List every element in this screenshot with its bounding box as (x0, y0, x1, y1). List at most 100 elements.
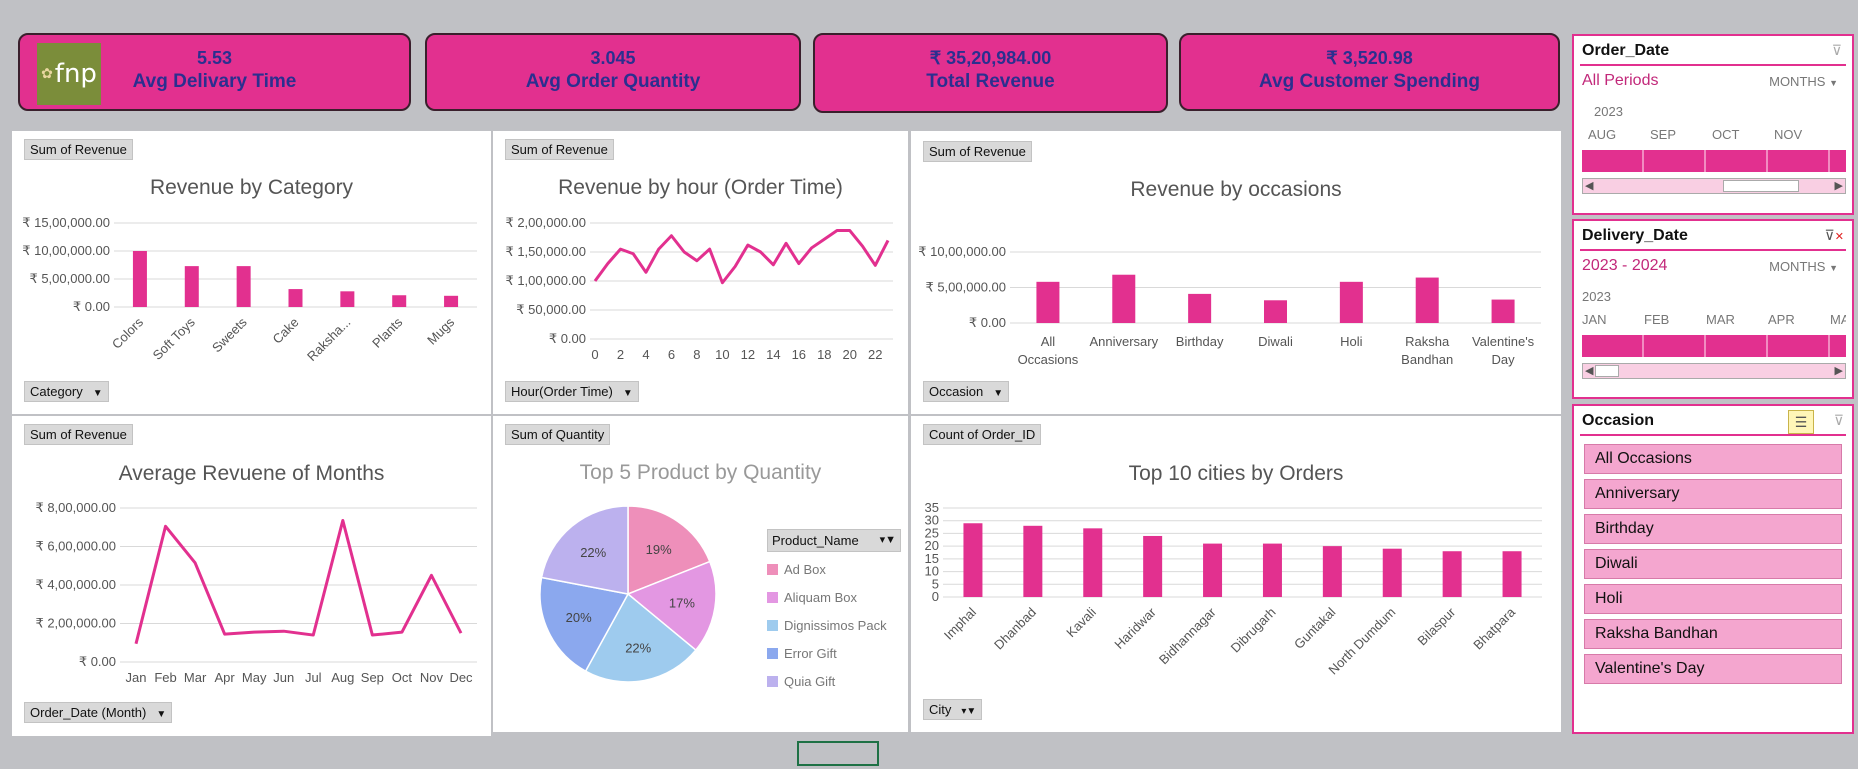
multi-select-icon[interactable]: ☰ (1788, 410, 1814, 434)
dropdown-arrow-icon: ▼ (1829, 263, 1838, 273)
dropdown-arrow-icon: ▼ (92, 388, 103, 399)
month-label: FEB (1644, 312, 1670, 327)
legend-item[interactable]: Ad Box (767, 555, 901, 583)
dropdown-arrow-icon: ▼ (993, 388, 1004, 399)
y-tick-label: ₹ 4,00,000.00 (35, 577, 116, 592)
slice-label: 17% (669, 596, 695, 611)
axis-button-category[interactable]: Category ▼ (24, 381, 109, 402)
axis-button-city[interactable]: City ▾▼ (923, 699, 983, 720)
revenue-by-occasions-panel: Sum of Revenue Revenue by occasions ₹ 0.… (911, 131, 1561, 414)
bar (236, 266, 251, 307)
x-tick-label: 14 (766, 347, 780, 362)
clear-filter-icon[interactable]: ⊽✕ (1825, 227, 1844, 244)
slicer-title: Order_Date (1582, 42, 1670, 59)
x-tick-label: Anniversary (1089, 334, 1158, 349)
x-tick-label: Mugs (424, 314, 457, 347)
filter-icon: ▾▼ (961, 706, 977, 717)
scroll-thumb[interactable] (1723, 180, 1799, 192)
clear-filter-icon[interactable]: ⊽ (1834, 412, 1844, 429)
time-level-dropdown[interactable]: MONTHS ▼ (1769, 74, 1838, 89)
legend-item[interactable]: Aliquam Box (767, 583, 901, 611)
bar (1083, 528, 1103, 597)
legend-swatch (767, 647, 778, 659)
x-tick-label: Guntakal (1291, 604, 1338, 651)
y-tick-label: ₹ 10,00,000.00 (918, 244, 1006, 259)
timeline-scrollbar[interactable]: ◀ ▶ (1582, 363, 1846, 379)
occasion-slicer-item[interactable]: All Occasions (1584, 444, 1842, 474)
x-tick-label: 8 (693, 347, 700, 362)
bar (1264, 300, 1287, 323)
scroll-left-icon[interactable]: ◀ (1585, 179, 1593, 192)
x-tick-label: Kavali (1063, 604, 1099, 640)
kpi-card-order-quantity: 3.045 Avg Order Quantity (425, 33, 801, 111)
axis-button-hour[interactable]: Hour(Order Time) ▼ (505, 381, 639, 402)
selected-cell[interactable] (797, 741, 879, 766)
x-tick-label: 16 (792, 347, 806, 362)
month-label: MA (1830, 312, 1846, 327)
legend-label: Aliquam Box (784, 589, 857, 605)
axis-button-order-month[interactable]: Order_Date (Month) ▼ (24, 702, 173, 723)
legend-swatch (767, 675, 778, 687)
axis-button-label: Occasion (929, 384, 984, 399)
kpi-value: 3.045 (590, 48, 636, 68)
scroll-thumb[interactable] (1595, 365, 1619, 377)
x-tick-label: Birthday (1176, 334, 1224, 349)
legend-item[interactable]: Dignissimos Pack (767, 611, 901, 639)
x-tick-label: 2 (617, 347, 624, 362)
kpi-value: ₹ 3,520.98 (1326, 48, 1413, 68)
bar (1339, 281, 1363, 323)
axis-button-occasion[interactable]: Occasion ▼ (923, 381, 1010, 402)
revenue-by-occasions-chart: ₹ 0.00 ₹ 5,00,000.00 ₹ 10,00,000.00 All Occa… (918, 244, 1541, 367)
filter-icon: ▾▼ (879, 534, 896, 546)
month-label: NOV (1774, 127, 1803, 142)
y-tick-label: ₹ 0.00 (73, 299, 110, 314)
time-level-dropdown[interactable]: MONTHS ▼ (1769, 259, 1838, 274)
legend-item[interactable]: Error Gift (767, 639, 901, 667)
y-tick-label: ₹ 0.00 (969, 315, 1006, 330)
x-tick-label: Dhanbad (991, 605, 1039, 653)
year-label: 2023 (1582, 289, 1611, 304)
timeline-bar[interactable] (1582, 335, 1846, 357)
legend-filter-header[interactable]: Product_Name ▾▼ (767, 529, 901, 552)
x-tick-label: 22 (868, 347, 882, 362)
timeline-bar[interactable] (1582, 150, 1846, 172)
x-tick-label: Valentine's (1472, 334, 1535, 349)
y-tick-label: ₹ 0.00 (79, 654, 116, 669)
x-tick-label: Soft Toys (150, 314, 199, 363)
bar (1491, 299, 1515, 323)
legend-item[interactable]: Quia Gift (767, 667, 901, 695)
x-tick-label: Bilaspur (1414, 604, 1458, 648)
slice-label: 19% (646, 542, 672, 557)
bar (392, 295, 407, 307)
occasion-slicer-item[interactable]: Holi (1584, 584, 1842, 614)
average-revenue-months-chart: ₹ 0.00 ₹ 2,00,000.00 ₹ 4,00,000.00 ₹ 6,00,0… (35, 500, 477, 685)
x-tick-label: May (242, 670, 267, 685)
bar (1112, 274, 1136, 323)
scroll-right-icon[interactable]: ▶ (1835, 179, 1843, 192)
dropdown-arrow-icon: ▼ (622, 388, 633, 399)
timeline-scrollbar[interactable]: ◀ ▶ (1582, 178, 1846, 194)
occasion-slicer-item[interactable]: Valentine's Day (1584, 654, 1842, 684)
top-products-panel: Sum of Quantity Top 5 Product by Quantit… (493, 416, 908, 732)
scroll-left-icon[interactable]: ◀ (1585, 364, 1593, 377)
kpi-card-total-revenue: ₹ 35,20,984.00 Total Revenue (813, 33, 1168, 113)
x-tick-label: Bidhannagar (1156, 604, 1219, 667)
occasion-slicer-item[interactable]: Raksha Bandhan (1584, 619, 1842, 649)
y-tick-label: ₹ 5,00,000.00 (925, 280, 1006, 295)
x-tick-label: Jan (126, 670, 147, 685)
bar (1322, 546, 1342, 597)
occasion-slicer-item[interactable]: Diwali (1584, 549, 1842, 579)
occasion-slicer-item[interactable]: Birthday (1584, 514, 1842, 544)
bar (1382, 548, 1402, 597)
bar (1203, 543, 1223, 597)
x-tick-label: 4 (642, 347, 649, 362)
occasion-slicer-item[interactable]: Anniversary (1584, 479, 1842, 509)
x-tick-label: Cake (270, 315, 302, 347)
scroll-right-icon[interactable]: ▶ (1835, 364, 1843, 377)
clear-filter-icon[interactable]: ⊽ (1832, 42, 1842, 59)
legend-label: Quia Gift (784, 673, 836, 689)
x-tick-label: All (1041, 334, 1056, 349)
axis-button-label: Hour(Order Time) (511, 384, 613, 399)
x-tick-label: Plants (369, 314, 406, 351)
kpi-label: Avg Order Quantity (525, 71, 701, 92)
